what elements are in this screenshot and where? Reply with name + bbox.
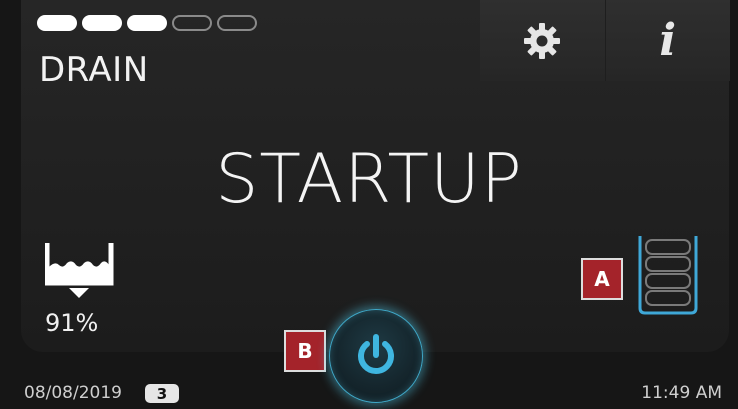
status-text: STARTUP bbox=[215, 140, 523, 219]
time-text: 11:49 AM bbox=[641, 383, 722, 403]
date-text: 08/08/2019 bbox=[24, 383, 122, 403]
tank-level-value: 91% bbox=[45, 309, 99, 337]
notification-badge: 3 bbox=[145, 384, 179, 403]
top-button-group: i bbox=[480, 0, 730, 81]
progress-indicator bbox=[37, 15, 257, 31]
battery-icon bbox=[638, 236, 698, 315]
settings-button[interactable] bbox=[480, 0, 605, 81]
info-button[interactable]: i bbox=[604, 0, 731, 81]
progress-step bbox=[82, 15, 122, 31]
progress-step bbox=[172, 15, 212, 31]
gear-icon bbox=[524, 22, 561, 59]
power-icon bbox=[358, 334, 394, 374]
mode-label: DRAIN bbox=[39, 50, 149, 90]
progress-step bbox=[127, 15, 167, 31]
progress-step bbox=[217, 15, 257, 31]
power-button[interactable] bbox=[329, 309, 423, 403]
callout-marker-a: A bbox=[581, 258, 623, 300]
tank-level-icon bbox=[44, 243, 114, 298]
info-icon: i bbox=[659, 14, 677, 66]
tank-level-indicator bbox=[44, 237, 115, 309]
progress-step bbox=[37, 15, 77, 31]
callout-marker-b: B bbox=[284, 330, 326, 372]
